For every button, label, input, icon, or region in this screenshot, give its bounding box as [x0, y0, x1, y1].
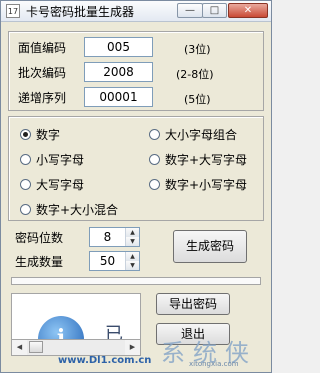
- radio-button-uppercase[interactable]: [20, 178, 31, 190]
- title-bar[interactable]: 17 卡号密码批量生成器 — □ ✕: [1, 1, 271, 22]
- radio-label-digits: 数字: [36, 127, 61, 142]
- radio-digits[interactable]: 数字: [20, 126, 60, 142]
- radio-label-digits-uppercase: 数字+大写字母: [165, 152, 248, 167]
- radio-button-digits-lowercase[interactable]: [149, 178, 160, 190]
- password-length-down-icon[interactable]: ▼: [126, 237, 139, 246]
- radio-label-digits-mixed: 数字+大小混合: [36, 202, 119, 217]
- password-length-stepper[interactable]: 8 ▲ ▼: [89, 227, 140, 247]
- radio-digits-lowercase[interactable]: 数字+小写字母: [149, 176, 247, 192]
- radio-button-digits-mixed[interactable]: [20, 203, 31, 215]
- radio-digits-mixed[interactable]: 数字+大小混合: [20, 201, 118, 217]
- charset-options-group: 数字 大小字母组合 小写字母 数字+大写字母 大写字母 数字+小写字母 数字+大…: [8, 116, 264, 221]
- app-window: 17 卡号密码批量生成器 — □ ✕ 面值编码 005 (3位) 批次编码 20…: [0, 0, 272, 373]
- radio-button-digits[interactable]: [20, 128, 31, 140]
- password-length-up-icon[interactable]: ▲: [126, 228, 139, 237]
- denomination-code-label: 面值编码: [18, 41, 67, 55]
- generation-progress-bar: [11, 277, 261, 285]
- export-password-button[interactable]: 导出密码: [156, 293, 230, 315]
- generate-count-label: 生成数量: [15, 255, 64, 269]
- scroll-left-icon[interactable]: ◀: [12, 340, 27, 355]
- minimize-button[interactable]: —: [177, 3, 203, 18]
- radio-uppercase[interactable]: 大写字母: [20, 176, 84, 192]
- radio-label-digits-lowercase: 数字+小写字母: [165, 177, 248, 192]
- horizontal-scrollbar[interactable]: ◀ ▶: [11, 339, 141, 356]
- radio-digits-uppercase[interactable]: 数字+大写字母: [149, 151, 247, 167]
- batch-code-input[interactable]: 2008: [84, 62, 153, 82]
- radio-lowercase[interactable]: 小写字母: [20, 151, 84, 167]
- denomination-code-hint: (3位): [184, 43, 211, 56]
- batch-code-label: 批次编码: [18, 66, 67, 80]
- generate-count-stepper[interactable]: 50 ▲ ▼: [89, 251, 140, 271]
- radio-button-digits-uppercase[interactable]: [149, 153, 160, 165]
- generate-count-value[interactable]: 50: [90, 252, 125, 270]
- batch-code-hint: (2-8位): [176, 68, 214, 81]
- app-icon[interactable]: 17: [6, 4, 20, 18]
- radio-button-mixed-letters[interactable]: [149, 128, 160, 140]
- code-fields-group: 面值编码 005 (3位) 批次编码 2008 (2-8位) 递增序列 0000…: [8, 31, 264, 111]
- increment-sequence-hint: (5位): [184, 93, 211, 106]
- watermark-subtitle: xitongxia.com: [189, 360, 239, 368]
- scroll-thumb[interactable]: [29, 341, 43, 353]
- radio-mixed-letters[interactable]: 大小字母组合: [149, 126, 237, 142]
- maximize-button[interactable]: □: [202, 3, 227, 18]
- generate-count-down-icon[interactable]: ▼: [126, 261, 139, 270]
- radio-label-uppercase: 大写字母: [36, 177, 85, 192]
- password-length-label: 密码位数: [15, 231, 64, 245]
- increment-sequence-input[interactable]: 00001: [84, 87, 153, 107]
- radio-button-lowercase[interactable]: [20, 153, 31, 165]
- denomination-code-input[interactable]: 005: [84, 37, 153, 57]
- watermark-url: www.Dl1.com.cn: [58, 355, 152, 366]
- generate-password-button[interactable]: 生成密码: [173, 230, 247, 263]
- radio-label-lowercase: 小写字母: [36, 152, 85, 167]
- radio-label-mixed-letters: 大小字母组合: [165, 127, 238, 142]
- window-title: 卡号密码批量生成器: [26, 5, 135, 19]
- increment-sequence-label: 递增序列: [18, 91, 67, 105]
- generate-count-up-icon[interactable]: ▲: [126, 252, 139, 261]
- close-button[interactable]: ✕: [228, 3, 268, 18]
- scroll-right-icon[interactable]: ▶: [125, 340, 140, 355]
- password-length-value[interactable]: 8: [90, 228, 125, 246]
